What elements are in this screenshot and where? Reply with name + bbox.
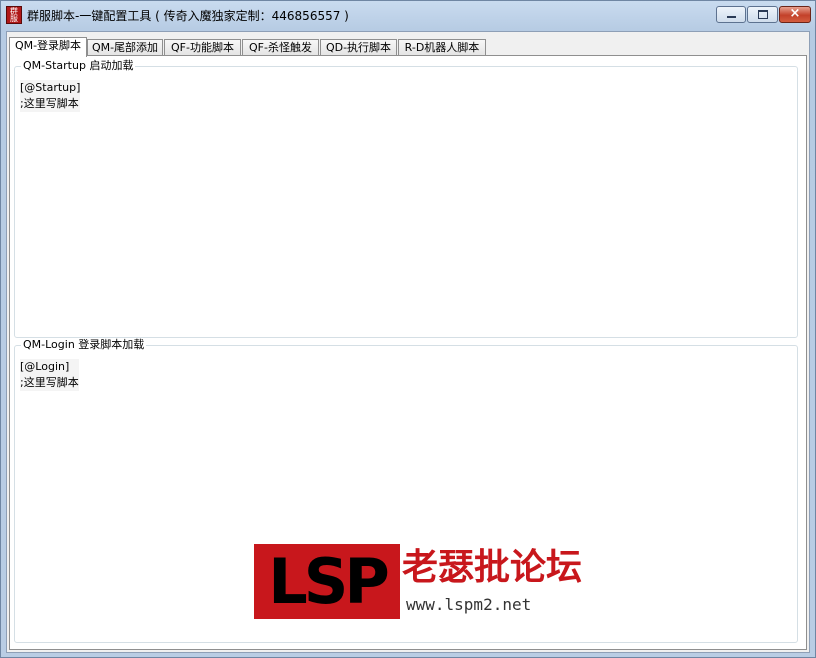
tab-qd-execute-script[interactable]: QD-执行脚本: [320, 39, 397, 56]
login-script-line: [@Login]: [20, 359, 79, 375]
close-icon: ×: [789, 6, 801, 21]
startup-group-label: QM-Startup 启动加载: [21, 59, 136, 73]
maximize-button[interactable]: [747, 6, 778, 23]
minimize-button[interactable]: [716, 6, 746, 23]
title-bar[interactable]: 群服 群服脚本-一键配置工具 ( 传奇入魔独家定制：446856557 ) ×: [1, 1, 815, 29]
app-icon: 群服: [6, 6, 22, 24]
watermark-brand: LSP: [254, 544, 400, 619]
startup-script-editor[interactable]: [@Startup] ;这里写脚本: [20, 80, 81, 112]
tab-qf-function-script[interactable]: QF-功能脚本: [164, 39, 241, 56]
maximize-icon: [758, 10, 768, 19]
startup-group: QM-Startup 启动加载 [@Startup] ;这里写脚本: [14, 59, 798, 338]
tab-rd-robot-script[interactable]: R-D机器人脚本: [398, 39, 486, 56]
login-script-line: ;这里写脚本: [20, 375, 79, 391]
startup-script-line: ;这里写脚本: [20, 96, 81, 112]
close-button[interactable]: ×: [779, 6, 811, 23]
tab-qm-tail-add[interactable]: QM-尾部添加: [87, 39, 163, 56]
startup-script-line: [@Startup]: [20, 80, 81, 96]
tab-qm-login-script[interactable]: QM-登录脚本: [9, 37, 87, 57]
watermark-url: www.lspm2.net: [406, 595, 532, 614]
login-group-label: QM-Login 登录脚本加载: [21, 338, 147, 352]
minimize-icon: [727, 16, 736, 18]
window-title: 群服脚本-一键配置工具 ( 传奇入魔独家定制：446856557 ): [27, 9, 349, 23]
login-script-editor[interactable]: [@Login] ;这里写脚本: [20, 359, 79, 391]
app-window: 群服 群服脚本-一键配置工具 ( 传奇入魔独家定制：446856557 ) × …: [0, 0, 816, 658]
watermark-name: 老瑟批论坛: [402, 547, 583, 588]
tab-qf-kill-trigger[interactable]: QF-杀怪触发: [242, 39, 319, 56]
watermark-logo: LSP 老瑟批论坛 www.lspm2.net: [254, 544, 582, 619]
